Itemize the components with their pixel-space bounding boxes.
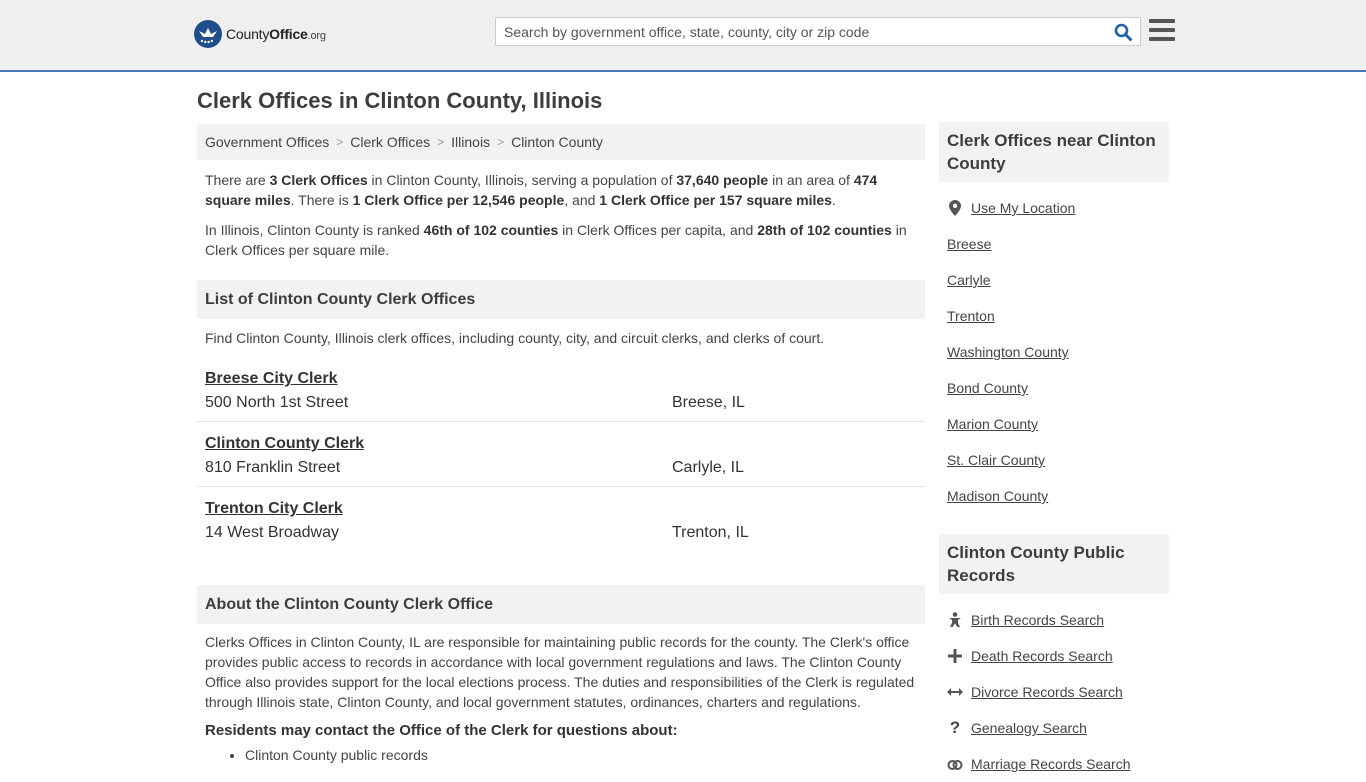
about-paragraph: Clerks Offices in Clinton County, IL are… [205,634,915,710]
genealogy-link[interactable]: Genealogy Search [971,720,1087,736]
about-section-heading: About the Clinton County Clerk Office [197,585,925,624]
nearby-link[interactable]: Bond County [947,380,1028,396]
breadcrumb-separator-icon: > [497,135,505,149]
death-records-link[interactable]: Death Records Search [971,648,1113,664]
search-bar [495,17,1141,46]
baby-icon [947,612,963,628]
sidebar-records-heading: Clinton County Public Records [939,534,1169,594]
sidebar-item-nearby: Bond County [939,370,1169,406]
nearby-link[interactable]: Breese [947,236,991,252]
intro-rank-paragraph: In Illinois, Clinton County is ranked 46… [205,222,907,258]
nearby-link[interactable]: Marion County [947,416,1038,432]
breadcrumb-separator-icon: > [437,135,445,149]
about-section: Clerks Offices in Clinton County, IL are… [197,632,925,763]
sidebar-records-list: Birth Records Search Death Records Searc… [939,594,1169,782]
intro-stats-paragraph: There are 3 Clerk Offices in Clinton Cou… [205,172,878,208]
list-section-description: Find Clinton County, Illinois clerk offi… [205,330,825,346]
about-bullet-item: Clinton County public records [245,747,925,763]
breadcrumb-government-offices[interactable]: Government Offices [205,134,329,150]
office-row: Breese City Clerk 500 North 1st Street B… [197,357,925,422]
sidebar: Clerk Offices near Clinton County Use My… [939,122,1169,782]
logo-text-county: County [226,26,270,42]
map-pin-icon [947,200,963,216]
nearby-link[interactable]: Carlyle [947,272,991,288]
office-row: Trenton City Clerk 14 West Broadway Tren… [197,487,925,552]
birth-records-link[interactable]: Birth Records Search [971,612,1104,628]
office-address: 500 North 1st Street [205,394,349,411]
use-my-location-link[interactable]: Use My Location [971,200,1075,216]
sidebar-item-nearby: Carlyle [939,262,1169,298]
sidebar-nearby-list: Use My Location Breese Carlyle Trenton W… [939,182,1169,514]
office-row: Clinton County Clerk 810 Franklin Street… [197,422,925,487]
sidebar-item-nearby: Trenton [939,298,1169,334]
sidebar-item-nearby: Breese [939,226,1169,262]
logo-text-office: Office [269,26,308,42]
intro: There are 3 Clerk Offices in Clinton Cou… [197,170,925,260]
nearby-link[interactable]: Washington County [947,344,1069,360]
sidebar-item-marriage-records: Marriage Records Search [939,746,1169,782]
hamburger-menu-icon[interactable] [1149,19,1175,43]
office-city: Trenton, IL [672,524,749,541]
office-name-link[interactable]: Clinton County Clerk [205,435,364,453]
logo-wordmark: CountyOffice.org [226,26,326,42]
nearby-link[interactable]: Trenton [947,308,995,324]
site-header: CountyOffice.org [0,0,1366,72]
breadcrumb-separator-icon: > [336,135,344,149]
sidebar-item-genealogy: ? Genealogy Search [939,710,1169,746]
sidebar-nearby-heading: Clerk Offices near Clinton County [939,122,1169,182]
sidebar-item-death-records: Death Records Search [939,638,1169,674]
sidebar-item-nearby: St. Clair County [939,442,1169,478]
list-section-heading: List of Clinton County Clerk Offices [197,280,925,319]
main-content: Government Offices > Clerk Offices > Ill… [197,124,925,763]
rings-icon [947,758,963,770]
logo-text-tld: .org [307,30,326,42]
marriage-records-link[interactable]: Marriage Records Search [971,756,1131,772]
breadcrumb: Government Offices > Clerk Offices > Ill… [197,124,925,160]
breadcrumb-clerk-offices[interactable]: Clerk Offices [350,134,430,150]
cross-icon [947,649,963,663]
breadcrumb-illinois[interactable]: Illinois [451,134,490,150]
office-address: 14 West Broadway [205,524,339,541]
question-icon: ? [949,718,961,737]
about-bullet-list: Clinton County public records [197,747,925,763]
search-button[interactable] [1106,18,1140,45]
nearby-link[interactable]: Madison County [947,488,1048,504]
sidebar-item-birth-records: Birth Records Search [939,602,1169,638]
sidebar-item-use-location: Use My Location [939,190,1169,226]
search-input[interactable] [496,18,1106,45]
office-city: Breese, IL [672,394,745,411]
split-arrows-icon [947,686,963,698]
nearby-link[interactable]: St. Clair County [947,452,1045,468]
office-name-link[interactable]: Breese City Clerk [205,370,338,388]
site-logo[interactable]: CountyOffice.org [194,20,326,48]
about-subheading: Residents may contact the Office of the … [205,722,678,739]
sidebar-item-nearby: Madison County [939,478,1169,514]
sidebar-item-divorce-records: Divorce Records Search [939,674,1169,710]
sidebar-item-nearby: Washington County [939,334,1169,370]
office-name-link[interactable]: Trenton City Clerk [205,500,343,518]
breadcrumb-current: Clinton County [511,134,603,150]
office-address: 810 Franklin Street [205,459,341,476]
office-city: Carlyle, IL [672,459,745,476]
office-list: Breese City Clerk 500 North 1st Street B… [197,357,925,552]
logo-seal-icon [194,20,222,48]
page-title: Clerk Offices in Clinton County, Illinoi… [197,88,603,113]
divorce-records-link[interactable]: Divorce Records Search [971,684,1123,700]
sidebar-item-nearby: Marion County [939,406,1169,442]
search-icon [1114,23,1132,41]
